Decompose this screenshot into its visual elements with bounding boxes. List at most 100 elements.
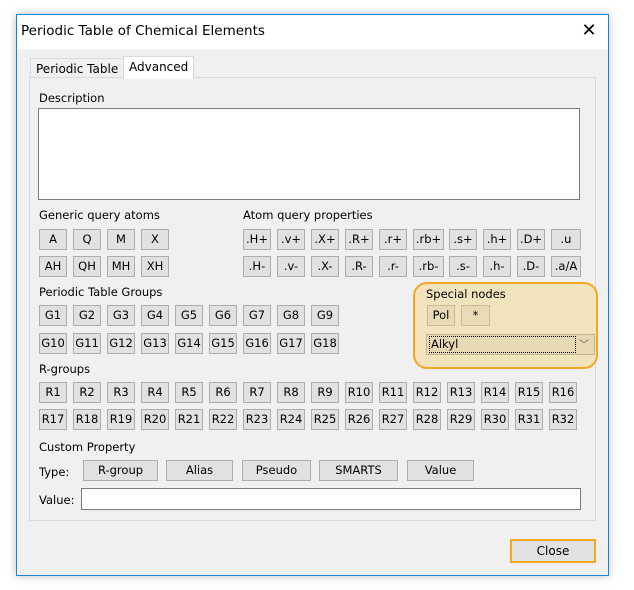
r-group-button[interactable]: R26 [345, 409, 373, 430]
atom-property-button[interactable]: .D+ [517, 229, 545, 250]
group-button[interactable]: G9 [311, 305, 339, 326]
description-label: Description [39, 91, 105, 105]
r-group-button[interactable]: R32 [549, 409, 577, 430]
type-smarts-button[interactable]: SMARTS [319, 460, 398, 481]
atom-property-button[interactable]: .rb+ [413, 229, 444, 250]
group-button[interactable]: G8 [277, 305, 305, 326]
type-value-button[interactable]: Value [407, 460, 474, 481]
atom-property-button[interactable]: .r+ [379, 229, 407, 250]
r-group-button[interactable]: R10 [345, 382, 373, 403]
r-group-button[interactable]: R9 [311, 382, 339, 403]
r-group-button[interactable]: R15 [515, 382, 543, 403]
generic-atom-button[interactable]: AH [39, 256, 67, 277]
group-button[interactable]: G6 [209, 305, 237, 326]
atom-property-button[interactable]: .v+ [277, 229, 305, 250]
value-label: Value: [39, 493, 75, 507]
group-button[interactable]: G1 [39, 305, 67, 326]
star-button[interactable]: * [461, 305, 490, 326]
r-group-button[interactable]: R1 [39, 382, 67, 403]
chevron-down-icon: ﹀ [579, 340, 589, 351]
r-group-button[interactable]: R13 [447, 382, 475, 403]
generic-atom-button[interactable]: QH [73, 256, 101, 277]
r-group-button[interactable]: R11 [379, 382, 407, 403]
r-group-button[interactable]: R23 [243, 409, 271, 430]
r-group-button[interactable]: R6 [209, 382, 237, 403]
atom-property-button[interactable]: .R- [345, 256, 373, 277]
group-button[interactable]: G17 [277, 333, 305, 354]
type-r-group-button[interactable]: R-group [83, 460, 158, 481]
atom-property-button[interactable]: .s+ [449, 229, 477, 250]
pol-button[interactable]: Pol [427, 305, 455, 326]
atom-property-button[interactable]: .a/A [551, 256, 581, 277]
atom-property-button[interactable]: .H+ [243, 229, 271, 250]
atom-query-properties-label: Atom query properties [243, 208, 373, 222]
r-group-button[interactable]: R21 [175, 409, 203, 430]
group-button[interactable]: G3 [107, 305, 135, 326]
group-button[interactable]: G7 [243, 305, 271, 326]
group-button[interactable]: G2 [73, 305, 101, 326]
generic-atom-button[interactable]: MH [107, 256, 135, 277]
generic-atom-button[interactable]: A [39, 229, 67, 250]
r-group-button[interactable]: R25 [311, 409, 339, 430]
r-group-button[interactable]: R12 [413, 382, 441, 403]
special-nodes-group: Special nodes Pol * Alkyl ﹀ [413, 282, 598, 369]
r-group-button[interactable]: R30 [481, 409, 509, 430]
periodic-table-groups-label: Periodic Table Groups [39, 285, 163, 299]
r-group-button[interactable]: R8 [277, 382, 305, 403]
r-group-button[interactable]: R3 [107, 382, 135, 403]
r-group-button[interactable]: R22 [209, 409, 237, 430]
group-button[interactable]: G15 [209, 333, 237, 354]
group-button[interactable]: G4 [141, 305, 169, 326]
r-group-button[interactable]: R16 [549, 382, 577, 403]
group-button[interactable]: G5 [175, 305, 203, 326]
atom-property-button[interactable]: .H- [243, 256, 271, 277]
special-nodes-label: Special nodes [426, 287, 506, 301]
group-button[interactable]: G10 [39, 333, 67, 354]
atom-property-button[interactable]: .X- [311, 256, 339, 277]
r-group-button[interactable]: R31 [515, 409, 543, 430]
r-group-button[interactable]: R4 [141, 382, 169, 403]
tab-advanced[interactable]: Advanced [123, 56, 195, 79]
tab-periodic-table[interactable]: Periodic Table [30, 58, 125, 78]
atom-property-button[interactable]: .s- [449, 256, 477, 277]
r-group-button[interactable]: R28 [413, 409, 441, 430]
atom-property-button[interactable]: .u [551, 229, 581, 250]
r-group-button[interactable]: R17 [39, 409, 67, 430]
group-button[interactable]: G14 [175, 333, 203, 354]
value-input[interactable] [81, 488, 581, 510]
group-button[interactable]: G13 [141, 333, 169, 354]
generic-atom-button[interactable]: M [107, 229, 135, 250]
close-icon[interactable]: ✕ [577, 19, 601, 43]
atom-property-button[interactable]: .X+ [311, 229, 339, 250]
close-button[interactable]: Close [510, 539, 596, 563]
generic-atom-button[interactable]: Q [73, 229, 101, 250]
atom-property-button[interactable]: .rb- [413, 256, 444, 277]
group-button[interactable]: G12 [107, 333, 135, 354]
atom-property-button[interactable]: .r- [379, 256, 407, 277]
r-group-button[interactable]: R14 [481, 382, 509, 403]
atom-property-button[interactable]: .h+ [483, 229, 511, 250]
r-group-button[interactable]: R29 [447, 409, 475, 430]
generic-atom-button[interactable]: XH [141, 256, 169, 277]
type-pseudo-button[interactable]: Pseudo [242, 460, 311, 481]
group-button[interactable]: G16 [243, 333, 271, 354]
atom-property-button[interactable]: .h- [483, 256, 511, 277]
group-button[interactable]: G11 [73, 333, 101, 354]
r-group-button[interactable]: R2 [73, 382, 101, 403]
r-group-button[interactable]: R7 [243, 382, 271, 403]
generic-query-atoms-label: Generic query atoms [39, 208, 160, 222]
type-alias-button[interactable]: Alias [166, 460, 233, 481]
special-nodes-dropdown[interactable]: Alkyl ﹀ [426, 334, 595, 355]
r-group-button[interactable]: R18 [73, 409, 101, 430]
r-group-button[interactable]: R27 [379, 409, 407, 430]
r-group-button[interactable]: R19 [107, 409, 135, 430]
r-group-button[interactable]: R20 [141, 409, 169, 430]
group-button[interactable]: G18 [311, 333, 339, 354]
r-group-button[interactable]: R5 [175, 382, 203, 403]
description-textarea[interactable] [38, 108, 580, 200]
r-group-button[interactable]: R24 [277, 409, 305, 430]
atom-property-button[interactable]: .R+ [345, 229, 373, 250]
atom-property-button[interactable]: .v- [277, 256, 305, 277]
atom-property-button[interactable]: .D- [517, 256, 545, 277]
generic-atom-button[interactable]: X [141, 229, 169, 250]
